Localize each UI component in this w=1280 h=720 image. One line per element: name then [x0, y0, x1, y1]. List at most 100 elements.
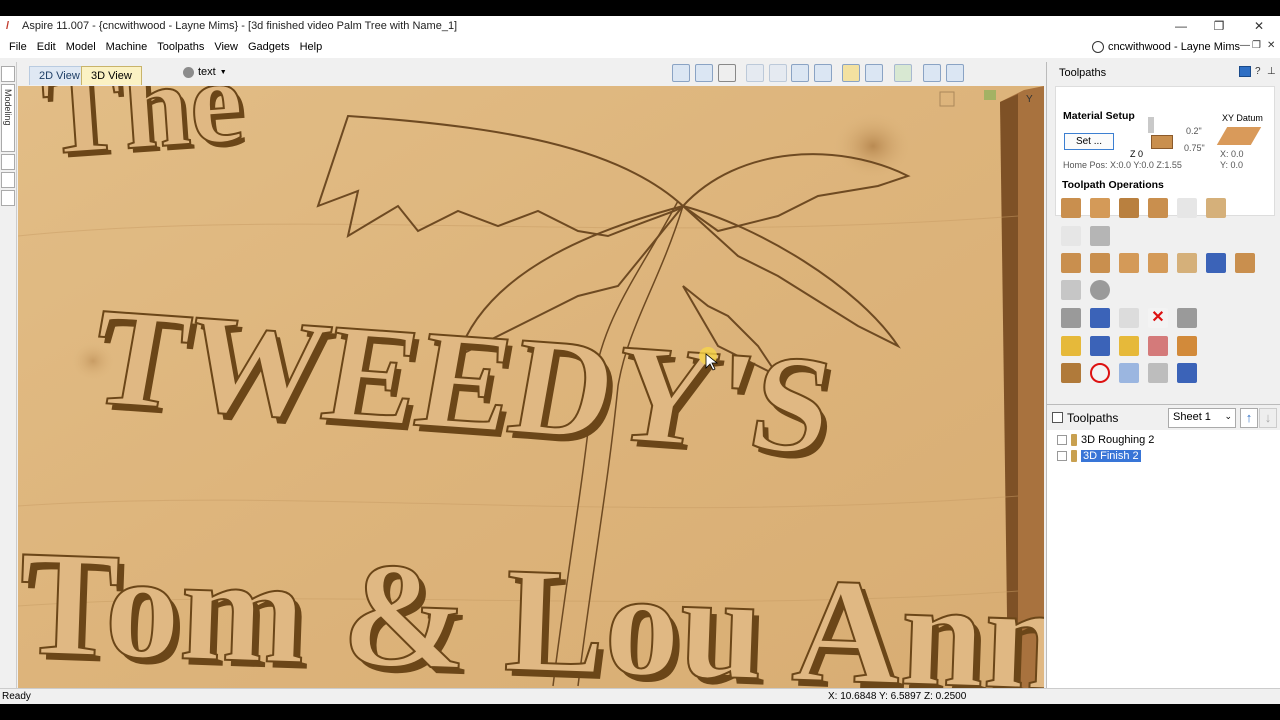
carved-text-the: The: [38, 86, 247, 180]
nesting-toolpaths-icon[interactable]: [1177, 336, 1197, 356]
menu-gadgets[interactable]: Gadgets: [243, 41, 295, 53]
merge-toolpaths-icon[interactable]: [1090, 336, 1110, 356]
move-up-button[interactable]: ↑: [1240, 408, 1258, 428]
toolpath-checkbox[interactable]: [1057, 451, 1067, 461]
roughing-toolpath-icon[interactable]: [1061, 253, 1081, 273]
tool-list-icon[interactable]: [1119, 363, 1139, 383]
laser-toolpath-icon[interactable]: [1061, 280, 1081, 300]
datum-y: Y: 0.0: [1220, 160, 1244, 170]
mdi-restore-icon[interactable]: ❐: [1252, 40, 1261, 51]
datum-x: X: 0.0: [1220, 149, 1244, 159]
grid-icon[interactable]: [718, 64, 736, 82]
material-set-button[interactable]: Set ...: [1064, 133, 1114, 150]
menu-model[interactable]: Model: [61, 41, 101, 53]
z-zero-label: Z 0: [1130, 149, 1144, 159]
menu-file[interactable]: File: [4, 41, 32, 53]
tab-3d-view[interactable]: 3D View: [81, 66, 142, 85]
view-iso-icon[interactable]: [842, 64, 860, 82]
move-down-button[interactable]: ↓: [1259, 408, 1277, 428]
wood-knot: [833, 112, 913, 180]
zoom-extents-icon[interactable]: [672, 64, 690, 82]
zoom-all-icon[interactable]: [814, 64, 832, 82]
view-top-icon[interactable]: [865, 64, 883, 82]
left-strip-tab[interactable]: [1, 154, 15, 170]
split-horizontal-icon[interactable]: [923, 64, 941, 82]
template-toolpaths-icon[interactable]: [1119, 336, 1139, 356]
user-account[interactable]: cncwithwood - Layne Mims: [1091, 36, 1240, 58]
xy-datum-label: XY Datum: [1222, 113, 1263, 123]
toolpath-item[interactable]: 3D Finish 2: [1057, 449, 1141, 463]
tiling-toolpaths-icon[interactable]: [1148, 336, 1168, 356]
moulding-toolpath-icon[interactable]: [1090, 226, 1110, 246]
copy-toolpath-icon[interactable]: [1119, 308, 1139, 328]
menu-help[interactable]: Help: [295, 41, 328, 53]
zoom-icon[interactable]: [769, 64, 787, 82]
toolpath-item[interactable]: 3D Roughing 2: [1057, 433, 1154, 447]
engrave-toolpath-icon[interactable]: [1177, 198, 1197, 218]
left-strip-tab[interactable]: [1, 66, 15, 82]
preview-toolpaths-icon[interactable]: [1061, 336, 1081, 356]
cursor-coordinates: X: 10.6848 Y: 6.5897 Z: 0.2500: [828, 691, 967, 702]
edit-toolpath-icon[interactable]: [1090, 308, 1110, 328]
view-tab-bar: 2D View 3D View text ▼: [18, 62, 1044, 86]
menu-machine[interactable]: Machine: [101, 41, 153, 53]
mdi-close-icon[interactable]: ✕: [1267, 40, 1275, 51]
tool-bit-icon: [1071, 450, 1077, 462]
layer-dropdown[interactable]: text ▼: [183, 66, 227, 78]
menu-edit[interactable]: Edit: [32, 41, 61, 53]
setup-sheet-icon[interactable]: [1148, 363, 1168, 383]
left-strip-tab[interactable]: [1, 172, 15, 188]
delete-toolpath-icon[interactable]: ✕: [1148, 308, 1168, 328]
left-strip-tab[interactable]: [1, 190, 15, 206]
left-tab-strip: Modeling: [0, 62, 17, 692]
maximize-button[interactable]: ❐: [1200, 16, 1238, 36]
split-vertical-icon[interactable]: [946, 64, 964, 82]
zoom-box-icon[interactable]: [791, 64, 809, 82]
auto-hide-icon[interactable]: ⊥: [1267, 66, 1276, 77]
modeling-tab[interactable]: Modeling: [1, 84, 15, 152]
save-toolpaths-icon[interactable]: [1177, 363, 1197, 383]
minimize-button[interactable]: —: [1162, 16, 1200, 36]
pin-icon[interactable]: [1239, 66, 1251, 77]
rotary-toolpath-icon[interactable]: [1235, 253, 1255, 273]
fluting-toolpath-icon[interactable]: [1148, 253, 1168, 273]
pan-icon[interactable]: [746, 64, 764, 82]
toolpaths-panel: Toolpaths ? ⊥ Material Setup Set ... 0.2…: [1046, 62, 1280, 688]
projection-toolpath-icon[interactable]: [1119, 253, 1139, 273]
profile-toolpath-icon[interactable]: [1061, 198, 1081, 218]
prism-toolpath-icon[interactable]: [1177, 253, 1197, 273]
3d-viewport[interactable]: The The TWEEDY'S TWEEDY'S Tom & Lou Ann …: [18, 86, 1044, 688]
render-icon[interactable]: [894, 64, 912, 82]
toolpath-name: 3D Finish 2: [1081, 450, 1141, 462]
menu-toolpaths[interactable]: Toolpaths: [152, 41, 209, 53]
material-thickness: 0.75": [1184, 143, 1205, 153]
aspire-window: / Aspire 11.007 - {cncwithwood - Layne M…: [0, 16, 1280, 704]
mdi-minimize-icon[interactable]: —: [1240, 40, 1250, 51]
texture-toolpath-icon[interactable]: [1061, 226, 1081, 246]
close-button[interactable]: ✕: [1240, 16, 1278, 36]
wrapped-toolpath-icon[interactable]: [1206, 253, 1226, 273]
tool-database-icon[interactable]: [1061, 308, 1081, 328]
drilling-toolpath-icon[interactable]: [1119, 198, 1139, 218]
view-table-icon[interactable]: [695, 64, 713, 82]
inlay-toolpath-icon[interactable]: [1206, 198, 1226, 218]
toolpath-summary-icon[interactable]: [1177, 308, 1197, 328]
sphere-toolpath-icon[interactable]: [1090, 280, 1110, 300]
datum-icon[interactable]: [1216, 127, 1262, 145]
timer-icon[interactable]: [1090, 363, 1110, 383]
toolpaths-master-checkbox[interactable]: [1052, 412, 1063, 423]
pocket-toolpath-icon[interactable]: [1090, 198, 1110, 218]
material-setup-box: Material Setup Set ... 0.2" 0.75" Z 0 Ho…: [1055, 86, 1275, 216]
title-bar: / Aspire 11.007 - {cncwithwood - Layne M…: [0, 16, 1280, 36]
tool-bit-icon: [1071, 434, 1077, 446]
simulate-icon[interactable]: [1061, 363, 1081, 383]
vcarve-toolpath-icon[interactable]: [1148, 198, 1168, 218]
sheet-select[interactable]: Sheet 1 ⌄: [1168, 408, 1236, 428]
toolpath-checkbox[interactable]: [1057, 435, 1067, 445]
help-icon[interactable]: ?: [1255, 66, 1261, 77]
video-letterbox-bottom: [0, 704, 1280, 720]
material-setup-heading: Material Setup: [1063, 110, 1135, 122]
tool-bit-icon: [1148, 117, 1154, 133]
finishing-toolpath-icon[interactable]: [1090, 253, 1110, 273]
menu-view[interactable]: View: [209, 41, 243, 53]
